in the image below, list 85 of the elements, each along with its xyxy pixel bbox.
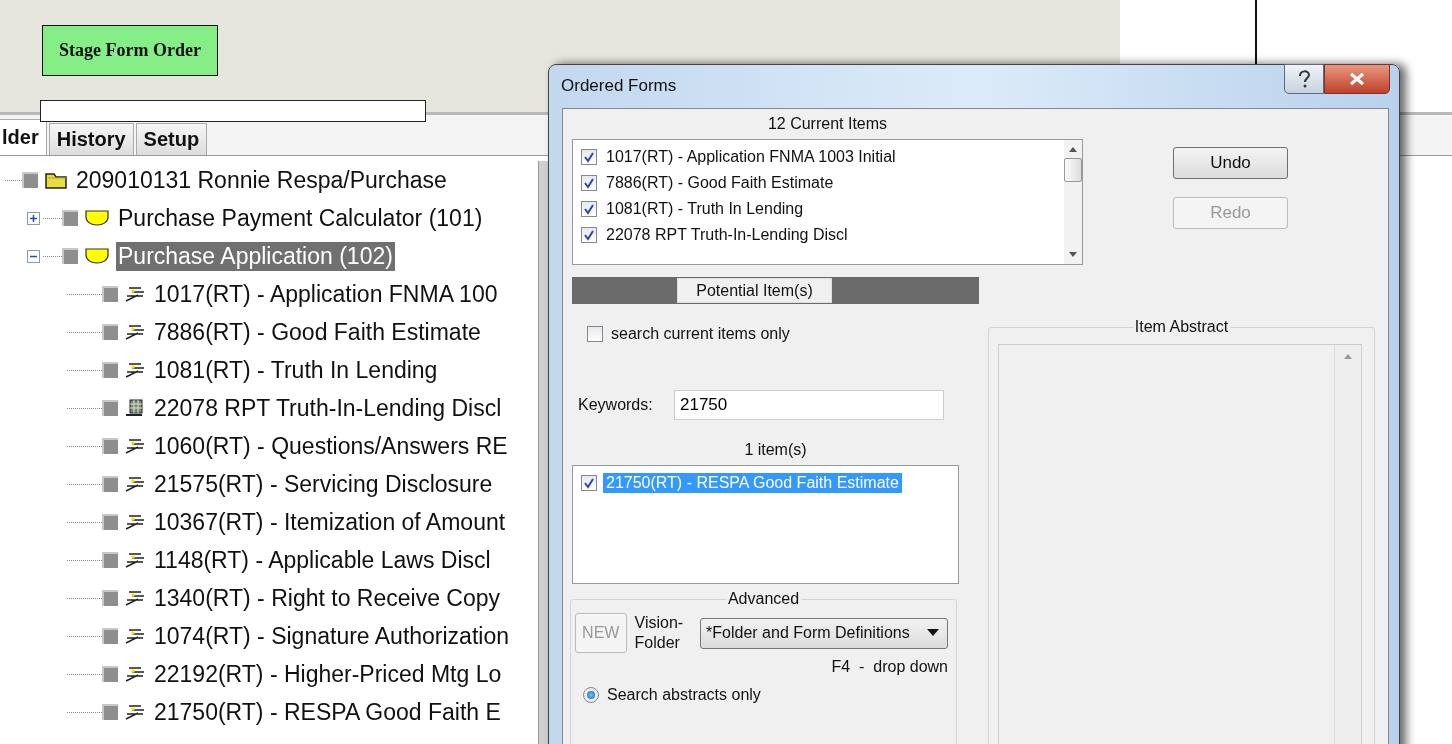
tree-item[interactable]: 21750(RT) - RESPA Good Faith E: [152, 697, 503, 727]
form-icon: [124, 627, 146, 645]
tree-item[interactable]: 209010131 Ronnie Respa/Purchase: [74, 165, 449, 195]
tree-checkbox[interactable]: [102, 324, 118, 340]
tree-item[interactable]: 1081(RT) - Truth In Lending: [152, 355, 440, 385]
tree-item[interactable]: Purchase Payment Calculator (101): [116, 203, 485, 233]
expander[interactable]: [27, 211, 40, 225]
form-icon: [124, 589, 146, 607]
tree-item[interactable]: 1148(RT) - Applicable Laws Discl: [152, 545, 493, 575]
close-button[interactable]: [1324, 64, 1390, 94]
tab[interactable]: Setup: [135, 123, 208, 155]
down-arrow-icon: [1068, 252, 1078, 258]
shield-icon: [84, 246, 110, 266]
tree-checkbox[interactable]: [102, 590, 118, 606]
window-title: Ordered Forms: [561, 76, 677, 96]
report-icon: [124, 399, 146, 417]
checkbox[interactable]: [581, 175, 597, 191]
tree-item[interactable]: 22192(RT) - Higher-Priced Mtg Lo: [152, 659, 504, 689]
radio-button[interactable]: [583, 687, 599, 703]
list-heading: 12 Current Items: [766, 115, 889, 134]
list-item[interactable]: 1081(RT) - Truth In Lending: [603, 199, 807, 219]
expander[interactable]: [27, 249, 40, 263]
form-icon: [124, 475, 146, 493]
tree-checkbox[interactable]: [102, 286, 118, 302]
tree-item[interactable]: 1074(RT) - Signature Authorization: [152, 621, 511, 651]
close-icon: [1348, 72, 1366, 86]
scrollbar[interactable]: [1064, 140, 1082, 264]
help-button[interactable]: [1284, 64, 1324, 94]
form-icon: [124, 703, 146, 721]
up-arrow-icon: [1068, 146, 1078, 152]
tree-checkbox[interactable]: [102, 552, 118, 568]
tree-checkbox[interactable]: [62, 248, 78, 264]
tree-checkbox[interactable]: [102, 628, 118, 644]
tree-item[interactable]: 10367(RT) - Itemization of Amount: [152, 507, 508, 537]
folder-icon: [44, 170, 68, 190]
list-item[interactable]: 22078 RPT Truth-In-Lending Discl: [603, 225, 851, 245]
field-label: Keywords:: [577, 396, 654, 414]
form-icon: [124, 323, 146, 341]
tree-checkbox[interactable]: [102, 400, 118, 416]
tree-checkbox[interactable]: [102, 704, 118, 720]
list-item[interactable]: 1017(RT) - Application FNMA 1003 Initial: [603, 147, 899, 167]
undo-button[interactable]: Undo: [1173, 147, 1288, 179]
caret-icon: [927, 629, 939, 637]
keywords-field[interactable]: 21750: [674, 390, 944, 420]
checkbox[interactable]: [581, 475, 597, 491]
folder-dropdown[interactable]: *Folder and Form Definitions: [700, 617, 948, 649]
field-label: Vision- Folder: [634, 613, 685, 653]
checkbox[interactable]: [581, 227, 597, 243]
tab[interactable]: History: [48, 123, 134, 155]
tree-checkbox[interactable]: [102, 438, 118, 454]
form-icon: [124, 361, 146, 379]
tree-checkbox[interactable]: [62, 210, 78, 226]
shield-icon: [84, 208, 110, 228]
tree-item[interactable]: Purchase Application (102): [116, 241, 395, 271]
tree-item[interactable]: 1017(RT) - Application FNMA 100: [152, 279, 500, 309]
tree-checkbox[interactable]: [102, 666, 118, 682]
scroll-thumb[interactable]: [1064, 158, 1082, 182]
form-icon: [124, 437, 146, 455]
radio-label: Search abstracts only: [607, 686, 761, 704]
tree-item[interactable]: 1340(RT) - Right to Receive Copy: [152, 583, 502, 613]
tree-item[interactable]: 22078 RPT Truth-In-Lending Discl: [152, 393, 504, 423]
tree-checkbox[interactable]: [22, 172, 38, 188]
checkbox[interactable]: [581, 149, 597, 165]
tree-item[interactable]: 21575(RT) - Servicing Disclosure: [152, 469, 495, 499]
list-heading: 1 item(s): [743, 441, 808, 460]
tree-checkbox[interactable]: [102, 514, 118, 530]
checkbox-label: search current items only: [611, 325, 790, 343]
tree-checkbox[interactable]: [102, 476, 118, 492]
stage-form-order-button[interactable]: Stage Form Order: [42, 25, 218, 76]
list-item[interactable]: 7886(RT) - Good Faith Estimate: [603, 173, 837, 193]
form-icon: [124, 285, 146, 303]
tree-checkbox[interactable]: [102, 362, 118, 378]
tab[interactable]: lder: [0, 119, 47, 155]
form-icon: [124, 551, 146, 569]
checkbox[interactable]: [581, 201, 597, 217]
up-arrow-icon: [1342, 353, 1353, 359]
hint-text: F4 - drop down: [830, 658, 948, 676]
tab[interactable]: Potential Item(s): [677, 278, 832, 303]
tree-item[interactable]: 7886(RT) - Good Faith Estimate: [152, 317, 483, 347]
plus-icon: [28, 212, 39, 224]
question-mark-icon: [1297, 70, 1311, 88]
tree-item[interactable]: 1060(RT) - Questions/Answers RE: [152, 431, 510, 461]
form-icon: [124, 513, 146, 531]
form-icon: [124, 665, 146, 683]
checkbox[interactable]: [587, 326, 603, 342]
